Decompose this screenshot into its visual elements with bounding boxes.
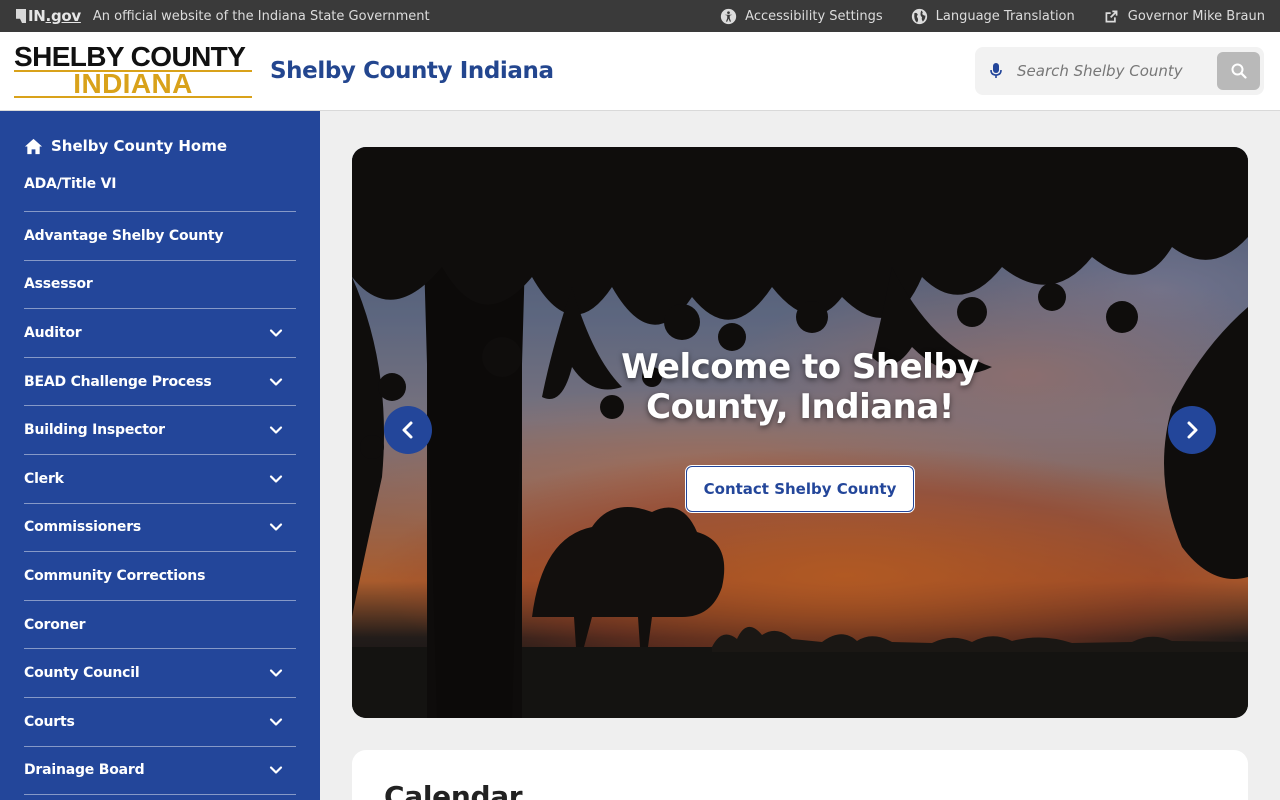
search-input[interactable] — [1017, 62, 1197, 80]
accessibility-icon — [721, 8, 737, 24]
sidebar-item-label: Community Corrections — [24, 567, 206, 584]
sidebar-item-label: BEAD Challenge Process — [24, 373, 212, 390]
sidebar-item-label: Advantage Shelby County — [24, 227, 224, 244]
chevron-down-icon[interactable] — [268, 374, 284, 390]
language-translation-label: Language Translation — [935, 8, 1075, 24]
in-gov-logo-suffix: .gov — [45, 7, 82, 25]
chevron-down-icon[interactable] — [268, 325, 284, 341]
in-gov-logo-text: IN — [28, 7, 46, 25]
hero-carousel: Welcome to Shelby County, Indiana! Conta… — [352, 147, 1248, 718]
sidebar-item-label: Drainage Board — [24, 762, 145, 779]
sidebar-item-label: ADA/Title VI — [24, 176, 117, 192]
sidebar-item-label: Commissioners — [24, 519, 142, 536]
accessibility-settings-label: Accessibility Settings — [745, 8, 883, 24]
sidebar-item-bead-challenge-process[interactable]: BEAD Challenge Process — [24, 358, 296, 407]
gov-bar: IN .gov An official website of the Indian… — [0, 0, 1280, 32]
sidebar-item-label: County Council — [24, 665, 140, 682]
microphone-icon[interactable] — [989, 62, 1003, 80]
site-title[interactable]: Shelby County Indiana — [270, 58, 554, 84]
in-gov-logo[interactable]: IN .gov — [16, 7, 81, 25]
sidebar-nav: Shelby County Home ADA/Title VI Advantage… — [0, 111, 320, 800]
search-button[interactable] — [1217, 52, 1260, 90]
chevron-right-icon — [1187, 421, 1198, 439]
sidebar-item-courts[interactable]: Courts — [24, 698, 296, 747]
sidebar-nav-list: ADA/Title VI Advantage Shelby County Asses… — [24, 157, 296, 796]
sidebar-item-label: Coroner — [24, 616, 86, 633]
sidebar-item-auditor[interactable]: Auditor — [24, 309, 296, 358]
sidebar-item-county-council[interactable]: County Council — [24, 649, 296, 698]
sidebar-item-label: Building Inspector — [24, 422, 165, 439]
accessibility-settings-link[interactable]: Accessibility Settings — [720, 8, 883, 25]
sidebar-item-advantage-shelby-county[interactable]: Advantage Shelby County — [24, 212, 296, 261]
sidebar-item-commissioners[interactable]: Commissioners — [24, 504, 296, 553]
chevron-left-icon — [402, 421, 413, 439]
external-link-icon — [1105, 10, 1118, 22]
chevron-down-icon[interactable] — [268, 714, 284, 730]
sidebar-item-label: Assessor — [24, 276, 93, 293]
globe-icon — [911, 8, 927, 24]
shelby-county-logo[interactable]: SHELBY COUNTY INDIANA — [14, 41, 252, 98]
calendar-section: Calendar — [352, 750, 1248, 800]
hero-title: Welcome to Shelby County, Indiana! — [621, 347, 979, 427]
chevron-down-icon[interactable] — [268, 762, 284, 778]
hero-background-image — [352, 147, 1248, 718]
logo-line-2: INDIANA — [14, 70, 252, 98]
search-box — [975, 47, 1264, 95]
sidebar-home-label: Shelby County Home — [51, 137, 228, 155]
home-icon — [24, 138, 43, 154]
chevron-down-icon[interactable] — [268, 665, 284, 681]
in-gov-mark-icon — [16, 9, 26, 23]
sidebar-item-label: Clerk — [24, 470, 64, 487]
sidebar-item-coroner[interactable]: Coroner — [24, 601, 296, 650]
chevron-down-icon[interactable] — [268, 519, 284, 535]
logo-line-1: SHELBY COUNTY — [14, 41, 246, 72]
governor-label: Governor Mike Braun — [1127, 8, 1265, 24]
sidebar-item-drainage-board[interactable]: Drainage Board — [24, 747, 296, 796]
gov-links: Accessibility Settings Language Translat… — [720, 8, 1265, 25]
governor-link[interactable]: Governor Mike Braun — [1103, 8, 1265, 25]
chevron-down-icon[interactable] — [268, 471, 284, 487]
search-icon — [1231, 63, 1247, 79]
language-translation-link[interactable]: Language Translation — [911, 8, 1075, 25]
site-header: SHELBY COUNTY INDIANA Shelby County Indi… — [0, 32, 1280, 111]
calendar-title: Calendar — [384, 780, 523, 800]
sidebar-item-clerk[interactable]: Clerk — [24, 455, 296, 504]
chevron-down-icon[interactable] — [268, 422, 284, 438]
sidebar-item-community-corrections[interactable]: Community Corrections — [24, 552, 296, 601]
sidebar-item-assessor[interactable]: Assessor — [24, 261, 296, 310]
sidebar-item-ada-title-vi[interactable]: ADA/Title VI — [24, 157, 296, 212]
carousel-next-button[interactable] — [1168, 406, 1216, 454]
official-site-text: An official website of the Indiana State… — [92, 8, 430, 24]
sidebar-item-building-inspector[interactable]: Building Inspector — [24, 406, 296, 455]
sidebar-item-label: Auditor — [24, 324, 82, 341]
contact-shelby-county-button[interactable]: Contact Shelby County — [686, 466, 914, 512]
sidebar-item-label: Courts — [24, 713, 75, 730]
carousel-prev-button[interactable] — [384, 406, 432, 454]
